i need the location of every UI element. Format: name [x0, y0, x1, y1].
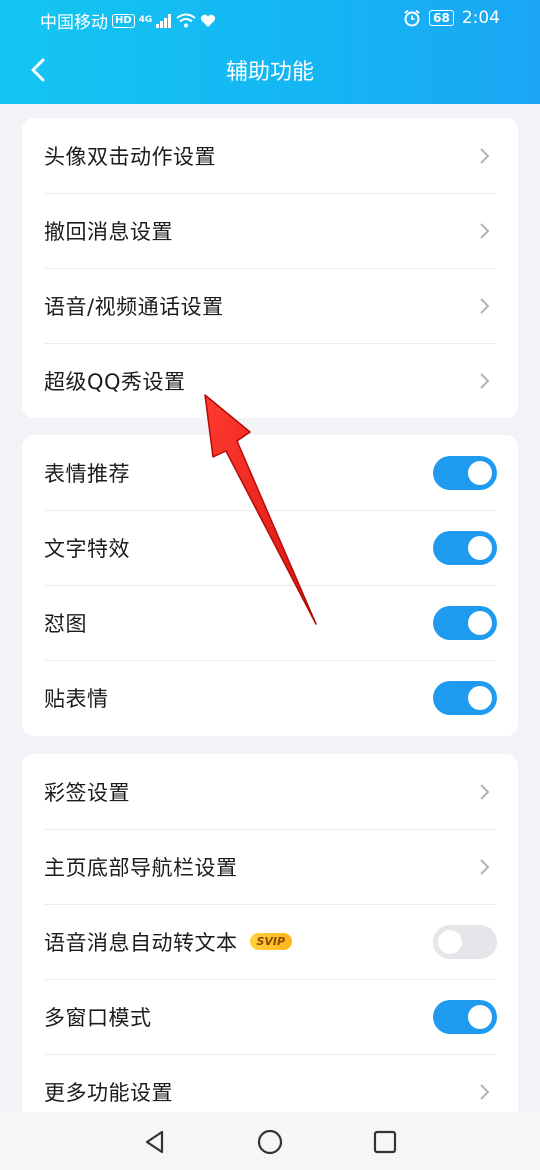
signal-icon [156, 13, 172, 28]
text-effects-row: 文字特效 [22, 510, 518, 585]
sticker-paste-row: 贴表情 [22, 660, 518, 735]
row-label: 头像双击动作设置 [44, 144, 216, 169]
page-title: 辅助功能 [225, 60, 314, 85]
sticker-recommend-toggle[interactable] [433, 456, 497, 490]
multi-window-row: 多窗口模式 [22, 979, 518, 1054]
chevron-right-icon [480, 298, 490, 314]
hd-badge: HD [112, 13, 135, 28]
bottom-nav-setting-row[interactable]: 主页底部导航栏设置 [22, 829, 518, 904]
row-label: 超级QQ秀设置 [44, 369, 186, 394]
double-tap-avatar-setting-row[interactable]: 头像双击动作设置 [22, 118, 518, 193]
clock: 2:04 [461, 8, 500, 28]
toggle-knob [468, 536, 492, 560]
row-label: 文字特效 [44, 536, 130, 561]
row-label: 主页底部导航栏设置 [44, 855, 238, 880]
toggle-knob [468, 1005, 492, 1029]
settings-section-3: 彩签设置 主页底部导航栏设置 语音消息自动转文本 SVIP 多窗口模式 更多功能… [22, 754, 518, 1129]
toggle-knob [468, 611, 492, 635]
chevron-right-icon [480, 1084, 490, 1100]
row-label: 表情推荐 [44, 461, 130, 486]
wifi-icon [176, 13, 196, 28]
sticker-recommend-row: 表情推荐 [22, 435, 518, 510]
settings-section-1: 头像双击动作设置 撤回消息设置 语音/视频通话设置 超级QQ秀设置 [22, 118, 518, 418]
status-bar: 中国移动 HD 4G 68 2:04 [0, 0, 540, 38]
svip-badge: SVIP [249, 933, 293, 950]
row-label: 怼图 [44, 611, 87, 636]
carrier-name: 中国移动 [40, 13, 108, 33]
chevron-right-icon [480, 784, 490, 800]
alarm-icon [404, 9, 420, 27]
recents-square-icon[interactable] [370, 1127, 400, 1157]
meme-reply-toggle[interactable] [433, 606, 497, 640]
multi-window-toggle[interactable] [433, 1000, 497, 1034]
row-label: 彩签设置 [44, 780, 130, 805]
network-type: 4G [138, 15, 153, 25]
battery-indicator: 68 [429, 10, 454, 26]
chevron-right-icon [480, 223, 490, 239]
toggle-knob [468, 461, 492, 485]
text-effects-toggle[interactable] [433, 531, 497, 565]
recall-message-setting-row[interactable]: 撤回消息设置 [22, 193, 518, 268]
super-qq-show-setting-row[interactable]: 超级QQ秀设置 [22, 343, 518, 418]
chevron-right-icon [480, 148, 490, 164]
heart-icon [201, 14, 216, 27]
voice-to-text-toggle[interactable] [433, 925, 497, 959]
row-label: 语音消息自动转文本 [44, 930, 238, 955]
chevron-right-icon [480, 859, 490, 875]
settings-section-2: 表情推荐 文字特效 怼图 贴表情 [22, 435, 518, 736]
voice-to-text-row: 语音消息自动转文本 SVIP [22, 904, 518, 979]
meme-reply-row: 怼图 [22, 585, 518, 660]
row-label: 多窗口模式 [44, 1005, 152, 1030]
system-nav-bar [0, 1112, 540, 1170]
row-label: 语音/视频通话设置 [44, 294, 224, 319]
row-label: 贴表情 [44, 686, 109, 711]
color-tag-setting-row[interactable]: 彩签设置 [22, 754, 518, 829]
back-triangle-icon[interactable] [140, 1127, 170, 1157]
row-label: 更多功能设置 [44, 1080, 173, 1105]
chevron-right-icon [480, 373, 490, 389]
app-header: 中国移动 HD 4G 68 2:04 辅助功能 [0, 0, 540, 104]
row-label: 撤回消息设置 [44, 219, 173, 244]
toggle-knob [438, 930, 462, 954]
home-circle-icon[interactable] [255, 1127, 285, 1157]
title-bar: 辅助功能 [0, 38, 540, 104]
toggle-knob [468, 686, 492, 710]
sticker-paste-toggle[interactable] [433, 681, 497, 715]
voice-video-call-setting-row[interactable]: 语音/视频通话设置 [22, 268, 518, 343]
